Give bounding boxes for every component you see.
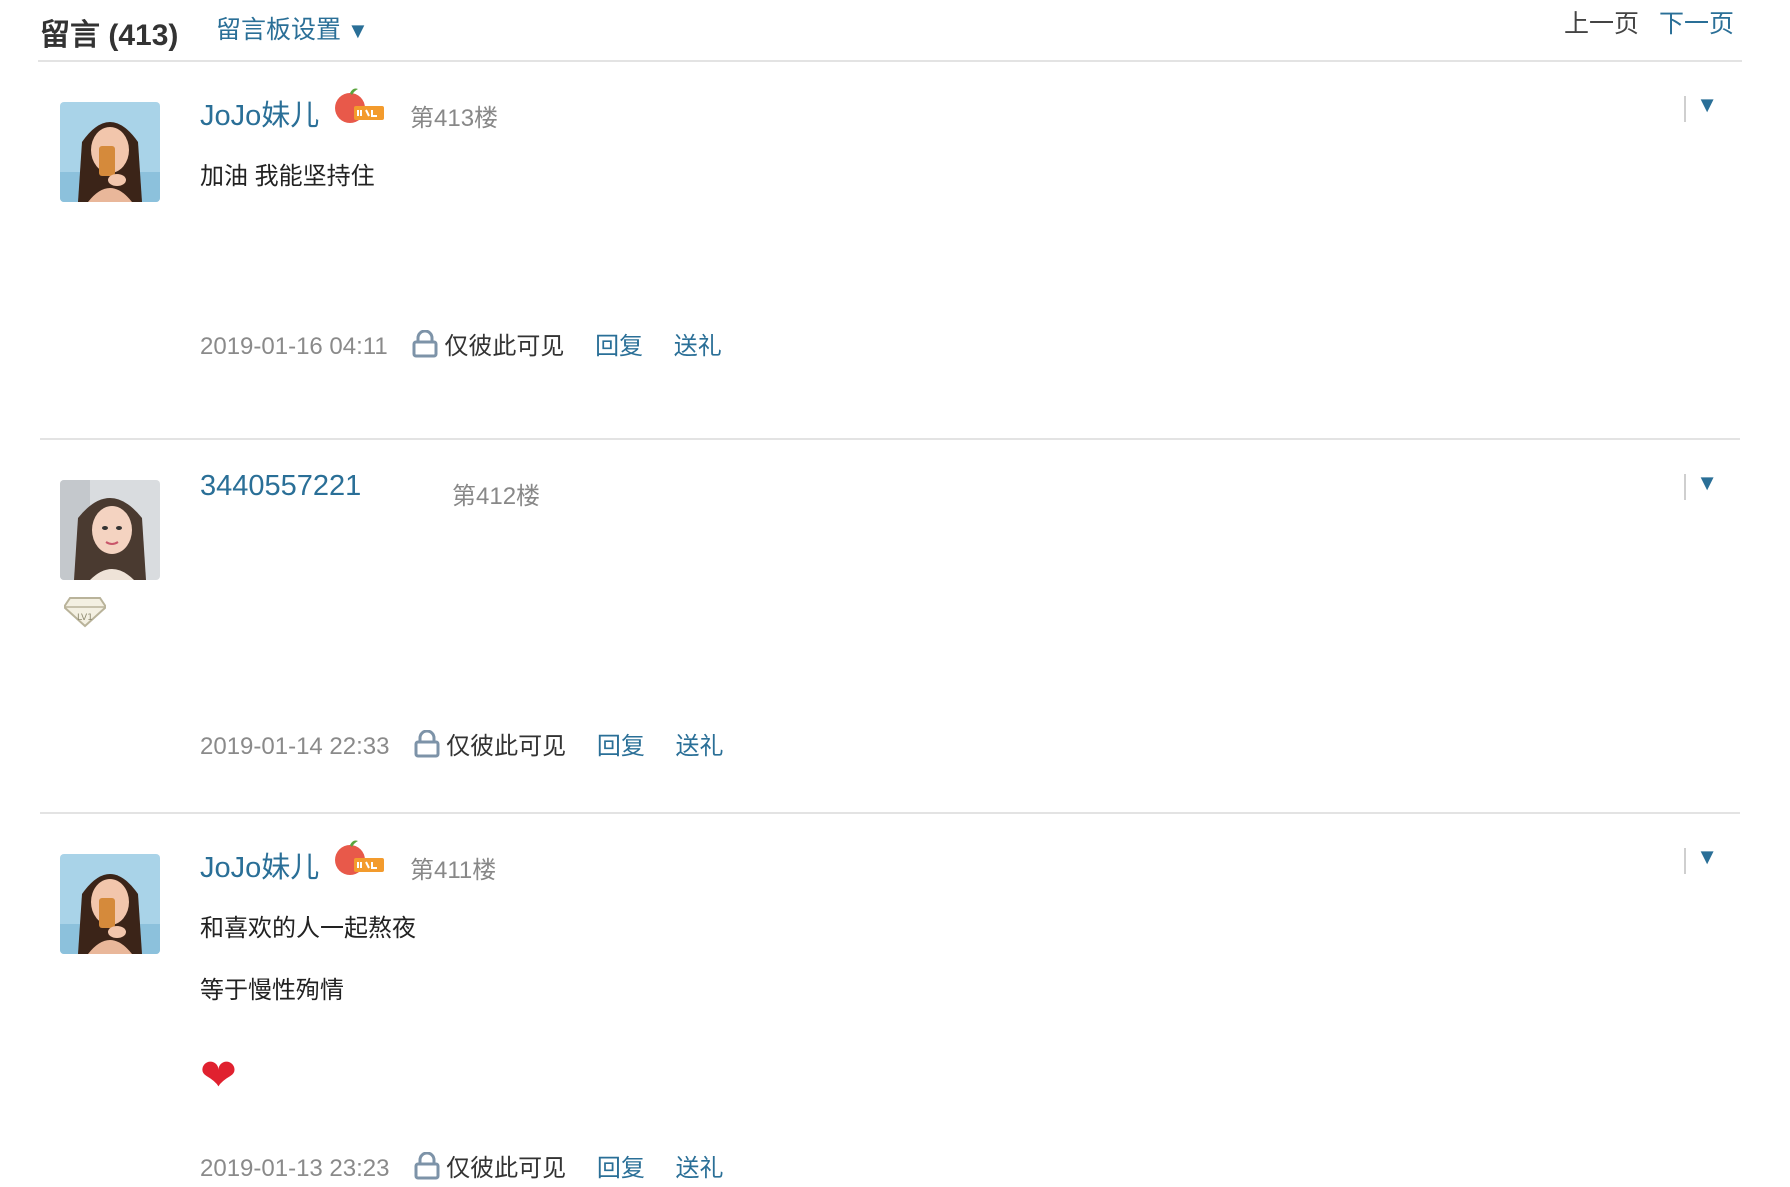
avatar[interactable]	[60, 102, 160, 202]
lock-icon	[414, 1151, 440, 1187]
more-options-icon[interactable]: ▼	[1696, 470, 1718, 496]
lock-icon	[412, 329, 438, 365]
privacy-label: 仅彼此可见	[444, 333, 565, 360]
send-gift-link[interactable]: 送礼	[676, 733, 724, 760]
diamond-level-icon: LV1	[62, 594, 108, 633]
message-text-line: 和喜欢的人一起熬夜	[200, 915, 416, 942]
page-title: 留言 (413)	[40, 19, 179, 52]
more-options-icon[interactable]: ▼	[1696, 92, 1718, 118]
reply-link[interactable]: 回复	[597, 1155, 645, 1182]
privacy-label: 仅彼此可见	[446, 1155, 567, 1182]
divider	[1684, 848, 1686, 874]
vip-level-icon	[330, 86, 386, 131]
message-footer: 2019-01-13 23:23 仅彼此可见 回复 送礼	[200, 1148, 724, 1187]
board-settings-label: 留言板设置	[216, 16, 342, 44]
message-text: 加油 我能坚持住	[200, 163, 375, 190]
message-item: JoJo妹儿 第413楼 ▼ 加油 我能坚持住 2019-01-16 04:11…	[40, 62, 1740, 440]
heart-emoji: ❤	[200, 1051, 237, 1100]
message-board-header: 留言 (413) 留言板设置 ▼ 上一页 下一页	[38, 0, 1742, 62]
author-name[interactable]: JoJo妹儿	[200, 844, 319, 886]
send-gift-link[interactable]: 送礼	[676, 1155, 724, 1182]
timestamp: 2019-01-14 22:33	[200, 733, 390, 760]
timestamp: 2019-01-13 23:23	[200, 1155, 390, 1182]
message-text-line: 等于慢性殉情	[200, 977, 344, 1004]
prev-page-link[interactable]: 上一页	[1564, 10, 1639, 38]
avatar[interactable]	[60, 854, 160, 954]
message-footer: 2019-01-14 22:33 仅彼此可见 回复 送礼	[200, 726, 724, 765]
more-options-icon[interactable]: ▼	[1696, 844, 1718, 870]
chevron-down-icon: ▼	[347, 18, 369, 43]
message-footer: 2019-01-16 04:11 仅彼此可见 回复 送礼	[200, 326, 722, 365]
floor-number: 第413楼	[410, 105, 499, 132]
pagination: 上一页 下一页	[1564, 4, 1734, 40]
send-gift-link[interactable]: 送礼	[674, 333, 722, 360]
author-name[interactable]: JoJo妹儿	[200, 92, 319, 134]
reply-link[interactable]: 回复	[595, 333, 643, 360]
lock-icon	[414, 729, 440, 765]
divider	[1684, 474, 1686, 500]
divider	[1684, 96, 1686, 122]
board-settings-dropdown[interactable]: 留言板设置 ▼	[216, 10, 369, 46]
message-item: JoJo妹儿 第411楼 ▼ 和喜欢的人一起熬夜 等于慢性殉情 ❤ 2019-0…	[40, 814, 1740, 1182]
reply-link[interactable]: 回复	[597, 733, 645, 760]
avatar[interactable]	[60, 480, 160, 580]
privacy-label: 仅彼此可见	[446, 733, 567, 760]
next-page-link[interactable]: 下一页	[1659, 10, 1734, 38]
floor-number: 第411楼	[410, 857, 497, 884]
vip-level-icon	[330, 838, 386, 883]
svg-text:LV1: LV1	[77, 613, 93, 623]
author-name[interactable]: 3440557221	[200, 470, 361, 503]
message-item: LV1 3440557221 第412楼 ▼ 2019-01-14 22:33 …	[40, 440, 1740, 814]
floor-number: 第412楼	[452, 483, 541, 510]
timestamp: 2019-01-16 04:11	[200, 333, 388, 360]
